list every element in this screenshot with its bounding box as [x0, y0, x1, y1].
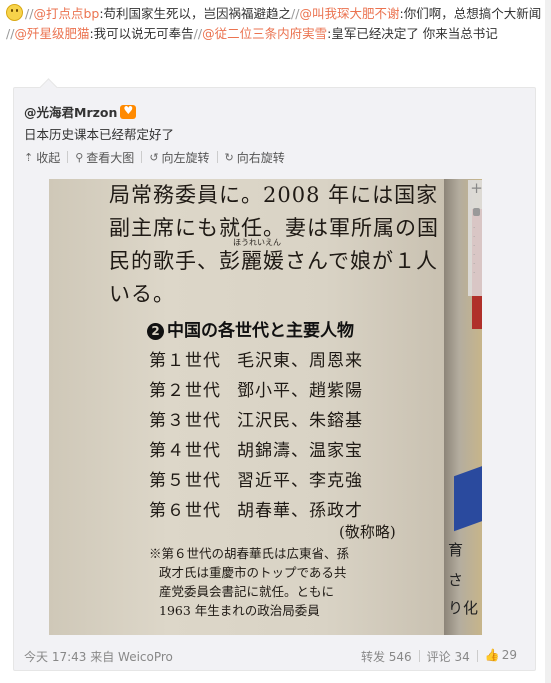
zoom-in-icon[interactable]: +: [468, 180, 482, 197]
like-button[interactable]: 👍 29: [478, 648, 524, 665]
generation-label: 第１世代: [149, 351, 221, 371]
generation-names: 江沢民、朱鎔基: [237, 411, 363, 431]
user-mention-link[interactable]: @打点点bp: [33, 6, 99, 21]
repost-button[interactable]: 转发 546: [354, 648, 419, 665]
side-text: り化: [448, 599, 479, 617]
generation-label: 第３世代: [149, 411, 221, 431]
arrow-up-icon: ⇡: [24, 151, 34, 164]
post-segment-text: :苟利国家生死以，岂因祸福避趋之: [99, 6, 292, 21]
quote-arrow: [39, 78, 58, 97]
generation-names: 胡春華、孫政才: [237, 501, 363, 521]
footnote-line: 産党委員会書記に就任。ともに: [159, 584, 335, 599]
generation-label: 第６世代: [149, 501, 221, 521]
generation-row: 第４世代 胡錦濤、温家宝: [149, 436, 363, 461]
text-line: いる。: [109, 282, 175, 306]
image-zoom-control[interactable]: + · · · · · ·: [468, 180, 482, 296]
generation-names: 胡錦濤、温家宝: [237, 441, 363, 461]
quoted-text: 日本历史课本已经帮定好了: [24, 127, 175, 142]
rotate-right-icon: ↻: [224, 151, 234, 164]
blue-block: [454, 461, 482, 532]
textbook-photo[interactable]: 育 さ り化 局常務委員に。2008 年には国家 副主席にも就任。妻は軍所属の国…: [49, 179, 482, 635]
generation-names: 習近平、李克強: [237, 471, 363, 491]
text-line: 局常務委員に。2008 年には国家: [109, 183, 439, 207]
side-text: 育: [448, 541, 464, 559]
generation-row: 第５世代 習近平、李克強: [149, 466, 363, 491]
heading-number: 2: [147, 323, 164, 340]
zoom-track: · · · · · ·: [473, 224, 476, 277]
generation-names: 毛沢東、周恩来: [237, 351, 363, 371]
generation-row: 第１世代 毛沢東、周恩来: [149, 346, 363, 371]
comment-button[interactable]: 评论 34: [420, 648, 477, 665]
generation-label: 第２世代: [149, 381, 221, 401]
action-bar: 转发 546 评论 34 👍 29: [354, 648, 524, 665]
footnote-line: 政才氏は重慶市のトップである共: [159, 565, 347, 580]
view-large-button[interactable]: ⚲ 查看大图: [68, 149, 141, 166]
image-toolbar: ⇡ 收起 ⚲ 查看大图 ↺ 向左旋转 ↻ 向右旋转: [24, 149, 292, 166]
generation-label: 第４世代: [149, 441, 221, 461]
post-segment-text: :我可以说无可奉告: [89, 26, 194, 41]
rotate-left-icon: ↺: [149, 151, 159, 164]
scrollbar-track[interactable]: [545, 0, 551, 683]
footnote-line: ※第６世代の胡春華氏は広東省、孫: [149, 546, 350, 561]
rotate-left-button[interactable]: ↺ 向左旋转: [142, 149, 216, 166]
collapse-button[interactable]: ⇡ 收起: [24, 149, 67, 166]
smile-emoji-icon: [6, 4, 23, 21]
honorific-note: (敬称略): [339, 523, 396, 541]
generation-row: 第６世代 胡春華、孫政才: [149, 496, 363, 521]
repost-separator: //: [193, 26, 203, 41]
generation-names: 鄧小平、趙紫陽: [237, 381, 363, 401]
generation-label: 第５世代: [149, 471, 221, 491]
quoted-post: @光海君Mrzon 日本历史课本已经帮定好了 ⇡收起 ⚲查看大图 ↺向左旋转 ↻…: [13, 78, 536, 671]
ruby-text: ほうれいえん: [233, 238, 281, 247]
side-text: さ: [448, 571, 464, 589]
search-icon: ⚲: [75, 151, 84, 164]
quoted-author[interactable]: @光海君Mrzon: [24, 102, 137, 121]
user-mention-link[interactable]: @歼星级肥猫: [14, 26, 89, 41]
rotate-right-button[interactable]: ↻ 向右旋转: [218, 149, 292, 166]
thumbs-up-icon: 👍: [484, 648, 500, 662]
user-mention-link[interactable]: @従二位三条内府実雪: [202, 26, 327, 41]
footnote-line: 1963 年生まれの政治局委員: [159, 603, 320, 618]
post-text: //@打点点bp:苟利国家生死以，岂因祸福避趋之//@叫我琛大肥不谢:你们啊，总…: [6, 4, 542, 44]
timestamp-source[interactable]: 今天 17:43 来自 WeicoPro: [24, 648, 173, 665]
author-name[interactable]: @光海君Mrzon: [24, 105, 117, 120]
user-mention-link[interactable]: @叫我琛大肥不谢: [299, 6, 399, 21]
member-badge-icon[interactable]: [120, 104, 137, 119]
generation-row: 第３世代 江沢民、朱鎔基: [149, 406, 363, 431]
generation-row: 第２世代 鄧小平、趙紫陽: [149, 376, 363, 401]
zoom-handle[interactable]: [473, 208, 480, 216]
section-heading: 2 中国の各世代と主要人物: [147, 316, 354, 341]
text-line: 民的歌手、彭麗媛さんで娘が１人: [109, 249, 438, 273]
post-segment-text: :皇军已经决定了 你来当总书记: [327, 26, 498, 41]
post-segment-text: :你们啊，总想搞个大新闻: [399, 6, 542, 21]
